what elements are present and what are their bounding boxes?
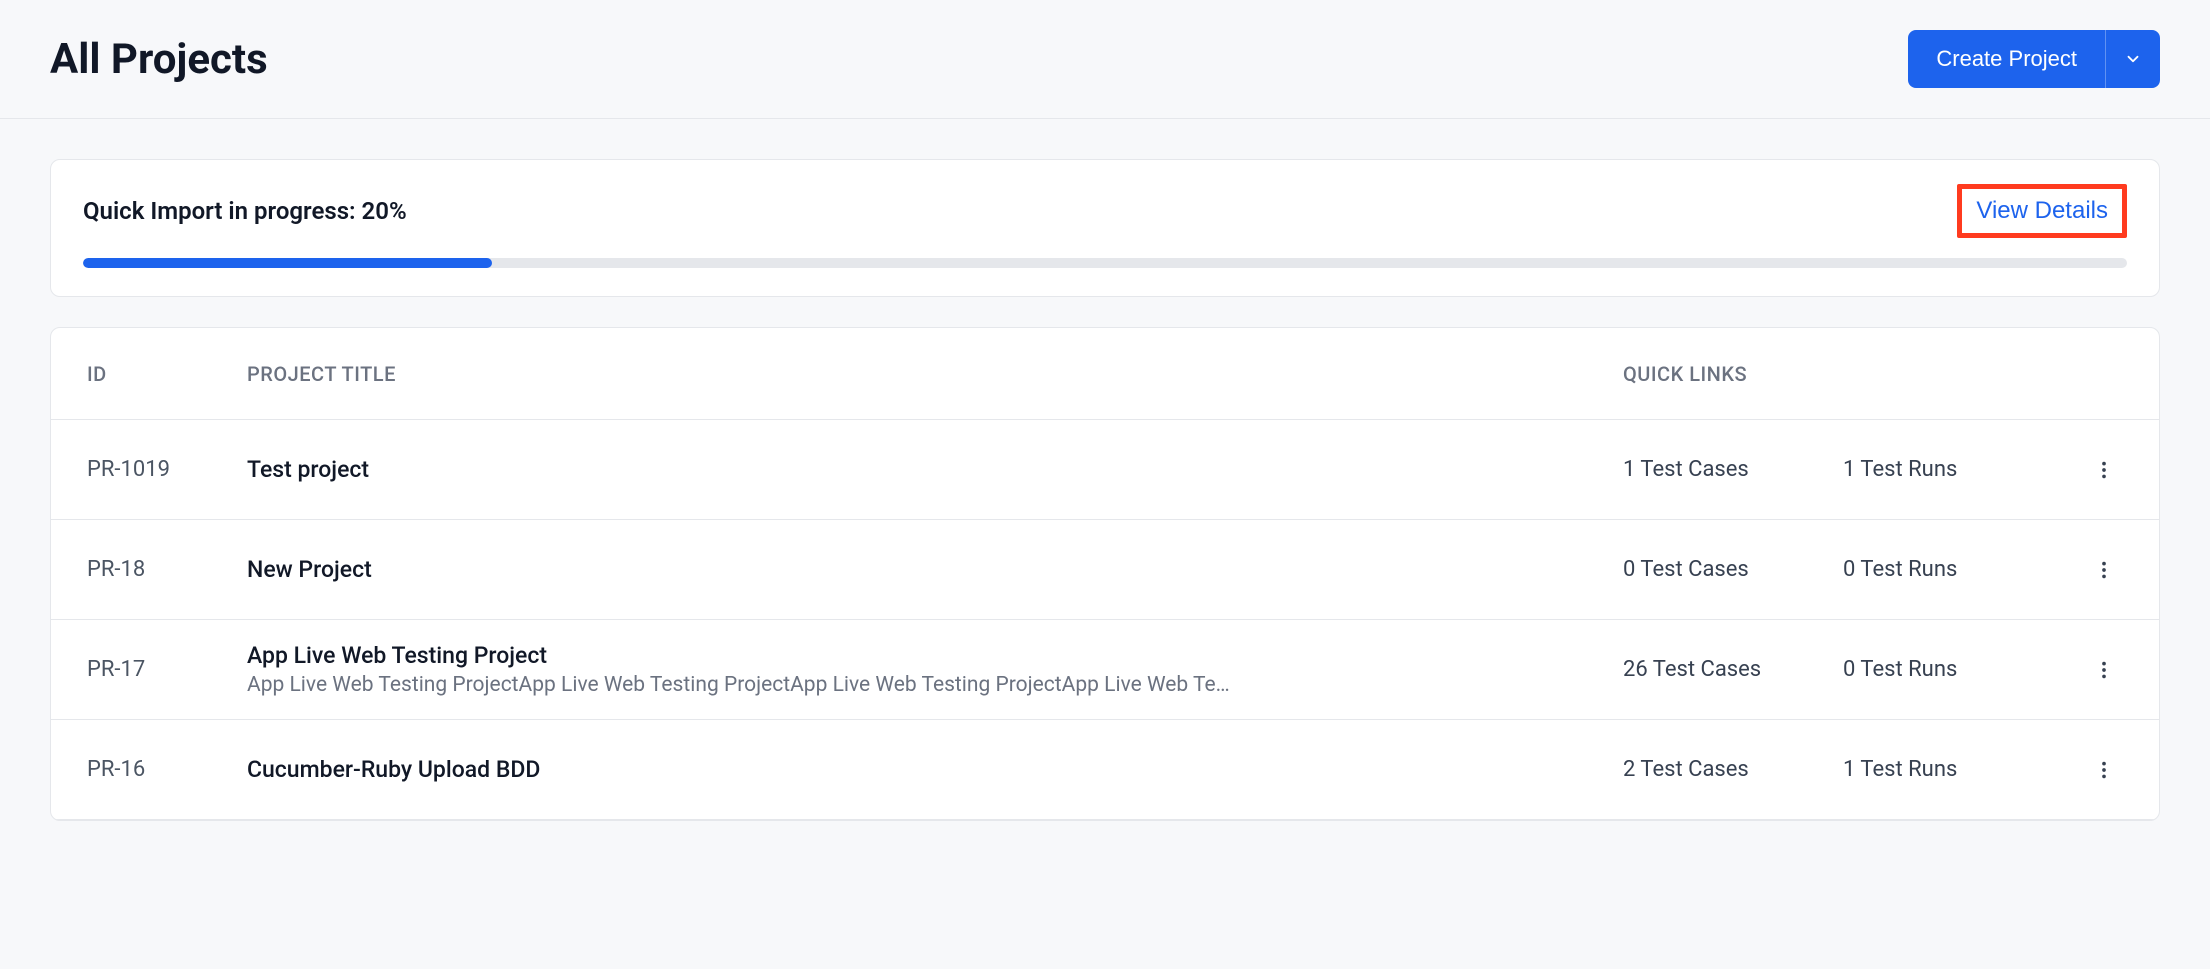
project-title[interactable]: Cucumber-Ruby Upload BDD (247, 756, 1623, 783)
col-header-title: PROJECT TITLE (247, 362, 1623, 386)
project-title-col: Test project (247, 456, 1623, 483)
row-more-button[interactable] (2085, 651, 2123, 689)
view-details-button[interactable]: View Details (1976, 197, 2108, 225)
project-id: PR-17 (87, 657, 247, 682)
more-vertical-icon (2093, 459, 2115, 481)
project-id: PR-16 (87, 757, 247, 782)
more-vertical-icon (2093, 659, 2115, 681)
project-title[interactable]: New Project (247, 556, 1623, 583)
test-runs-link[interactable]: 1 Test Runs (1843, 457, 2063, 482)
import-row: Quick Import in progress: 20% View Detai… (83, 184, 2127, 238)
page-content: Quick Import in progress: 20% View Detai… (0, 119, 2210, 861)
test-cases-link[interactable]: 1 Test Cases (1623, 457, 1843, 482)
col-header-quick-links: QUICK LINKS (1623, 362, 2063, 386)
chevron-down-icon (2124, 50, 2142, 68)
progress-fill (83, 258, 492, 268)
page-title: All Projects (50, 35, 268, 84)
row-more-button[interactable] (2085, 551, 2123, 589)
project-title-col: App Live Web Testing ProjectApp Live Web… (247, 642, 1623, 697)
import-progress-card: Quick Import in progress: 20% View Detai… (50, 159, 2160, 297)
project-title-col: Cucumber-Ruby Upload BDD (247, 756, 1623, 783)
more-vertical-icon (2093, 559, 2115, 581)
table-row[interactable]: PR-1019Test project1 Test Cases1 Test Ru… (51, 420, 2159, 520)
project-title[interactable]: Test project (247, 456, 1623, 483)
test-cases-link[interactable]: 0 Test Cases (1623, 557, 1843, 582)
test-runs-link[interactable]: 1 Test Runs (1843, 757, 2063, 782)
create-project-dropdown[interactable] (2105, 30, 2160, 88)
test-runs-link[interactable]: 0 Test Runs (1843, 557, 2063, 582)
test-runs-link[interactable]: 0 Test Runs (1843, 657, 2063, 682)
project-title[interactable]: App Live Web Testing Project (247, 642, 1623, 669)
table-row[interactable]: PR-16Cucumber-Ruby Upload BDD2 Test Case… (51, 720, 2159, 820)
table-row[interactable]: PR-17App Live Web Testing ProjectApp Liv… (51, 620, 2159, 720)
projects-table: ID PROJECT TITLE QUICK LINKS PR-1019Test… (50, 327, 2160, 821)
col-header-id: ID (87, 362, 247, 386)
create-button-group: Create Project (1908, 30, 2160, 88)
project-id: PR-18 (87, 557, 247, 582)
project-title-col: New Project (247, 556, 1623, 583)
table-header-row: ID PROJECT TITLE QUICK LINKS (51, 328, 2159, 420)
project-subtitle: App Live Web Testing ProjectApp Live Web… (247, 673, 1623, 697)
row-more-button[interactable] (2085, 751, 2123, 789)
import-progress-text: Quick Import in progress: 20% (83, 197, 407, 225)
test-cases-link[interactable]: 2 Test Cases (1623, 757, 1843, 782)
view-details-highlight: View Details (1957, 184, 2127, 238)
project-id: PR-1019 (87, 457, 247, 482)
page-header: All Projects Create Project (0, 0, 2210, 119)
more-vertical-icon (2093, 759, 2115, 781)
progress-bar (83, 258, 2127, 268)
table-row[interactable]: PR-18New Project0 Test Cases0 Test Runs (51, 520, 2159, 620)
create-project-button[interactable]: Create Project (1908, 30, 2105, 88)
test-cases-link[interactable]: 26 Test Cases (1623, 657, 1843, 682)
row-more-button[interactable] (2085, 451, 2123, 489)
